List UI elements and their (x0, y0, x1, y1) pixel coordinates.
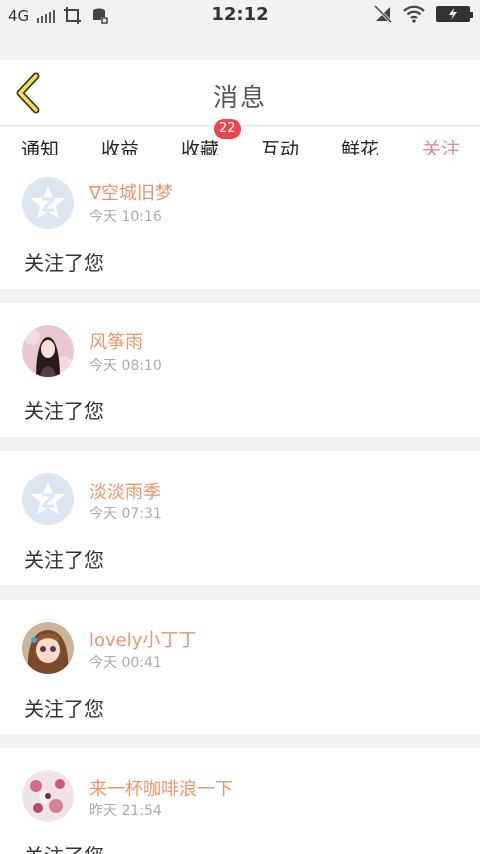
list-item[interactable]: 淡淡雨季 今天 07:31 关注了您 (0, 451, 480, 585)
list-item[interactable]: 风筝雨 今天 08:10 关注了您 (0, 303, 480, 437)
battery-icon (436, 6, 473, 22)
user-avatar[interactable] (22, 770, 74, 822)
status-right (374, 5, 473, 23)
username[interactable]: lovely小丁丁 (89, 626, 196, 652)
muted-signal-icon (374, 5, 392, 23)
default-avatar-icon[interactable] (22, 177, 74, 229)
favorites-count-badge: 22 (214, 119, 241, 139)
status-bar: 4G 12:12 (0, 0, 480, 32)
message-text: 关注了您 (24, 548, 104, 572)
user-avatar[interactable] (22, 622, 74, 674)
message-text: 关注了您 (24, 840, 104, 854)
page-title: 消息 (212, 83, 267, 112)
app-header: 消息 (0, 60, 480, 126)
user-avatar[interactable] (22, 325, 74, 377)
message-text: 关注了您 (24, 399, 104, 423)
timestamp: 今天 08:10 (89, 358, 162, 374)
list-item[interactable]: lovely小丁丁 今天 00:41 关注了您 (0, 600, 480, 734)
message-text: 关注了您 (24, 697, 104, 721)
timestamp: 今天 07:31 (89, 506, 162, 522)
username[interactable]: ∇空城旧梦 (89, 179, 173, 205)
username[interactable]: 淡淡雨季 (89, 478, 161, 504)
list-item[interactable]: 来一杯咖啡浪一下 昨天 21:54 关注了您 (0, 748, 480, 854)
timestamp: 昨天 21:54 (89, 803, 162, 819)
message-text: 关注了您 (24, 251, 104, 275)
username[interactable]: 来一杯咖啡浪一下 (89, 775, 233, 801)
timestamp: 今天 00:41 (89, 655, 162, 671)
wifi-icon (403, 5, 425, 23)
list-item[interactable]: ∇空城旧梦 今天 10:16 关注了您 (0, 155, 480, 289)
username[interactable]: 风筝雨 (89, 328, 143, 354)
default-avatar-icon[interactable] (22, 473, 74, 525)
timestamp: 今天 10:16 (89, 209, 162, 225)
